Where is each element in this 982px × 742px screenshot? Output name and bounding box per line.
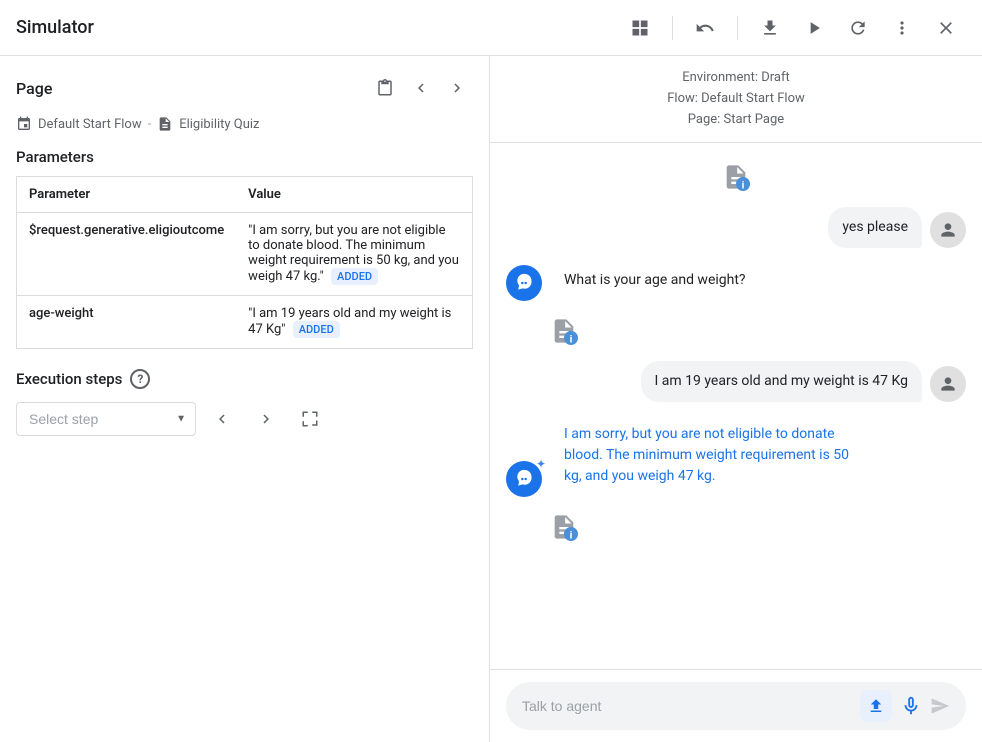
message-bubble-agent-ai: I am sorry, but you are not eligible to … xyxy=(550,414,870,497)
doc-icon-mid: i xyxy=(506,313,966,349)
param-value-1: "I am 19 years old and my weight is 47 K… xyxy=(236,296,472,349)
download-button[interactable] xyxy=(750,8,790,48)
undo-button[interactable] xyxy=(685,8,725,48)
parameters-table: Parameter Value $request.generative.elig… xyxy=(16,176,473,349)
added-badge-1: ADDED xyxy=(293,321,340,338)
user-avatar-1 xyxy=(930,212,966,248)
message-text: I am 19 years old and my weight is 47 Kg xyxy=(655,373,908,389)
prev-page-button[interactable] xyxy=(405,72,437,104)
message-row-agent-1: What is your age and weight? xyxy=(506,260,966,301)
play-button[interactable] xyxy=(794,8,834,48)
doc-icon-top: i xyxy=(506,159,966,195)
user-avatar-2 xyxy=(930,366,966,402)
message-bubble-user-1: yes please xyxy=(828,207,922,248)
page-header: Page xyxy=(16,72,473,104)
doc-icon-bot: i xyxy=(506,509,966,545)
app-title: Simulator xyxy=(16,17,620,38)
chat-messages: i yes please What is your age and weight… xyxy=(490,143,982,669)
agent-avatar-1 xyxy=(506,265,542,301)
next-step-button[interactable] xyxy=(248,401,284,437)
info-line1: Environment: Draft xyxy=(510,68,962,89)
svg-text:i: i xyxy=(570,529,573,541)
table-row: $request.generative.eligioutcome "I am s… xyxy=(17,213,473,296)
param-col-header: Parameter xyxy=(17,177,237,213)
message-row-user-1: yes please xyxy=(506,207,966,248)
execution-steps-header: Execution steps ? xyxy=(16,369,473,389)
message-row-user-2: I am 19 years old and my weight is 47 Kg xyxy=(506,361,966,402)
message-text: What is your age and weight? xyxy=(564,272,746,288)
help-icon[interactable]: ? xyxy=(130,369,150,389)
top-bar: Simulator xyxy=(0,0,982,56)
svg-text:i: i xyxy=(742,179,745,191)
more-options-button[interactable] xyxy=(882,8,922,48)
info-line2: Flow: Default Start Flow xyxy=(510,89,962,110)
right-panel: Environment: Draft Flow: Default Start F… xyxy=(490,56,982,742)
import-button[interactable] xyxy=(860,690,892,722)
chat-input-area xyxy=(490,669,982,742)
breadcrumb: Default Start Flow - Eligibility Quiz xyxy=(16,116,473,132)
exec-steps-controls: Select step xyxy=(16,401,473,437)
mic-button[interactable] xyxy=(900,695,922,717)
breadcrumb-sep: - xyxy=(148,117,152,132)
agent-ai-avatar: ✦ xyxy=(506,461,542,497)
page-nav xyxy=(369,72,473,104)
divider-1 xyxy=(672,16,673,40)
svg-text:i: i xyxy=(570,333,573,345)
close-button[interactable] xyxy=(926,8,966,48)
chat-input[interactable] xyxy=(522,698,852,714)
select-step-dropdown[interactable]: Select step xyxy=(16,402,196,436)
grid-icon-button[interactable] xyxy=(620,8,660,48)
page-name: Eligibility Quiz xyxy=(179,117,259,132)
send-button[interactable] xyxy=(930,696,950,716)
message-text: I am sorry, but you are not eligible to … xyxy=(564,426,849,484)
message-bubble-agent-1: What is your age and weight? xyxy=(550,260,760,301)
left-panel: Page Default Start Flow - Eligibility Qu… xyxy=(0,56,490,742)
divider-2 xyxy=(737,16,738,40)
info-line3: Page: Start Page xyxy=(510,110,962,131)
clipboard-icon-button[interactable] xyxy=(369,72,401,104)
table-row: age-weight "I am 19 years old and my wei… xyxy=(17,296,473,349)
prev-step-button[interactable] xyxy=(204,401,240,437)
chat-info-bar: Environment: Draft Flow: Default Start F… xyxy=(490,56,982,143)
parameters-title: Parameters xyxy=(16,148,473,166)
page-icon xyxy=(157,116,173,132)
execution-steps-title: Execution steps xyxy=(16,370,122,388)
value-col-header: Value xyxy=(236,177,472,213)
select-step-wrapper[interactable]: Select step xyxy=(16,402,196,436)
next-page-button[interactable] xyxy=(441,72,473,104)
focus-step-button[interactable] xyxy=(292,401,328,437)
refresh-button[interactable] xyxy=(838,8,878,48)
message-bubble-user-2: I am 19 years old and my weight is 47 Kg xyxy=(641,361,922,402)
added-badge-0: ADDED xyxy=(331,268,378,285)
message-text: yes please xyxy=(842,219,908,235)
flow-icon xyxy=(16,116,32,132)
message-row-agent-ai: ✦ I am sorry, but you are not eligible t… xyxy=(506,414,966,497)
flow-name: Default Start Flow xyxy=(38,117,142,132)
toolbar-actions xyxy=(620,8,966,48)
param-name-0: $request.generative.eligioutcome xyxy=(17,213,237,296)
main-content: Page Default Start Flow - Eligibility Qu… xyxy=(0,56,982,742)
param-name-1: age-weight xyxy=(17,296,237,349)
param-value-0: "I am sorry, but you are not eligible to… xyxy=(236,213,472,296)
chat-input-wrapper xyxy=(506,682,966,730)
page-label: Page xyxy=(16,79,52,98)
